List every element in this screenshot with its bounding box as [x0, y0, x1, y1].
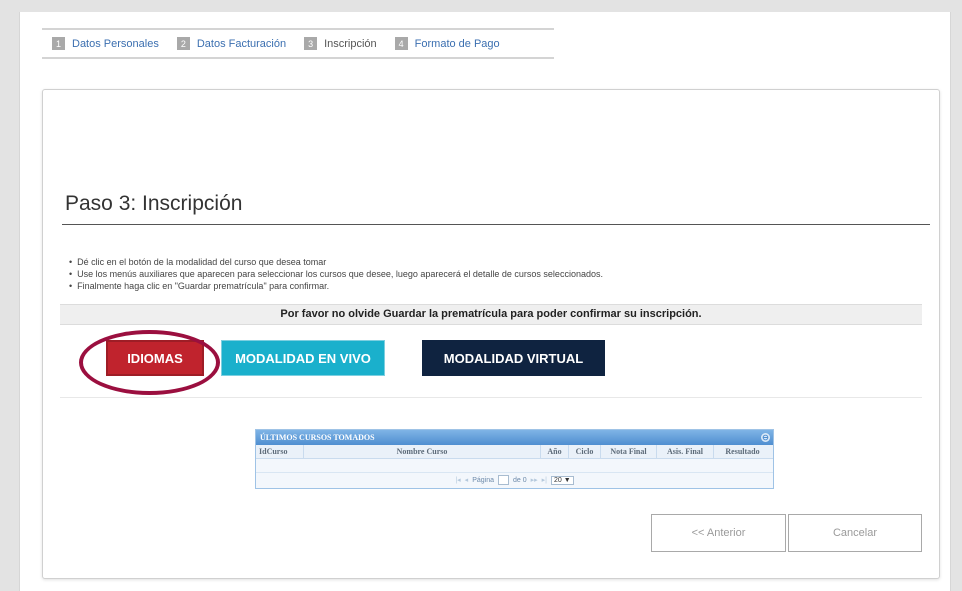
page-container: 1 Datos Personales 2 Datos Facturación 3…: [19, 12, 951, 591]
pager-page-label: Página: [472, 476, 494, 484]
column-header-resultado[interactable]: Resultado: [714, 445, 771, 458]
save-reminder-notice: Por favor no olvide Guardar la prematríc…: [60, 304, 922, 325]
grid-header-row: IdCurso Nombre Curso Año Ciclo Nota Fina…: [256, 445, 773, 459]
step-number: 1: [52, 37, 65, 50]
modalidad-en-vivo-button[interactable]: MODALIDAD EN VIVO: [221, 340, 385, 376]
column-header-ano[interactable]: Año: [541, 445, 569, 458]
grid-caption-text: ÚLTIMOS CURSOS TOMADOS: [260, 433, 375, 442]
inscription-panel: Paso 3: Inscripción Dé clic en el botón …: [42, 89, 940, 579]
step-formato-pago[interactable]: 4 Formato de Pago: [394, 37, 500, 50]
last-page-icon[interactable]: ▸|: [542, 476, 547, 484]
prev-page-icon[interactable]: ◂: [465, 476, 469, 484]
cancelar-button[interactable]: Cancelar: [788, 514, 922, 552]
title-divider: [62, 224, 930, 225]
step-number: 4: [394, 37, 408, 50]
grid-body: [256, 459, 773, 472]
instruction-item: Use los menús auxiliares que aparecen pa…: [69, 268, 603, 280]
collapse-icon[interactable]: ⊖: [761, 433, 770, 442]
column-header-ciclo[interactable]: Ciclo: [569, 445, 601, 458]
step-datos-personales[interactable]: 1 Datos Personales: [52, 37, 159, 50]
column-header-idcurso[interactable]: IdCurso: [256, 445, 304, 458]
step-label: Inscripción: [324, 37, 377, 50]
steps-bar: 1 Datos Personales 2 Datos Facturación 3…: [42, 28, 554, 59]
first-page-icon[interactable]: |◂: [455, 476, 460, 484]
step-label[interactable]: Datos Personales: [72, 38, 159, 50]
step-label[interactable]: Datos Facturación: [197, 38, 286, 50]
column-header-asis-final[interactable]: Asis. Final: [657, 445, 714, 458]
page-title: Paso 3: Inscripción: [65, 192, 243, 215]
column-header-nombre-curso[interactable]: Nombre Curso: [304, 445, 541, 458]
step-inscripcion: 3 Inscripción: [304, 37, 377, 50]
pager-of-label: de 0: [512, 476, 527, 484]
instructions-list: Dé clic en el botón de la modalidad del …: [69, 256, 603, 292]
grid-pager: |◂ ◂ Página de 0 ▸▸ ▸| 20 ▼: [256, 472, 773, 487]
page-size-select[interactable]: 20 ▼: [550, 475, 574, 485]
section-divider: [60, 397, 922, 398]
page-number-input[interactable]: [497, 475, 509, 485]
last-courses-grid: ÚLTIMOS CURSOS TOMADOS ⊖ IdCurso Nombre …: [255, 429, 774, 489]
modalidad-virtual-button[interactable]: MODALIDAD VIRTUAL: [422, 340, 605, 376]
instruction-item: Finalmente haga clic en "Guardar prematr…: [69, 280, 603, 292]
anterior-button[interactable]: << Anterior: [651, 514, 786, 552]
step-number: 3: [304, 37, 318, 50]
step-number: 2: [176, 37, 190, 50]
step-label[interactable]: Formato de Pago: [415, 38, 500, 50]
grid-caption: ÚLTIMOS CURSOS TOMADOS ⊖: [256, 430, 773, 445]
next-page-icon[interactable]: ▸▸: [531, 476, 538, 484]
instruction-item: Dé clic en el botón de la modalidad del …: [69, 256, 603, 268]
column-header-nota-final[interactable]: Nota Final: [601, 445, 657, 458]
highlight-circle-annotation: [79, 330, 220, 395]
step-datos-facturacion[interactable]: 2 Datos Facturación: [176, 37, 286, 50]
